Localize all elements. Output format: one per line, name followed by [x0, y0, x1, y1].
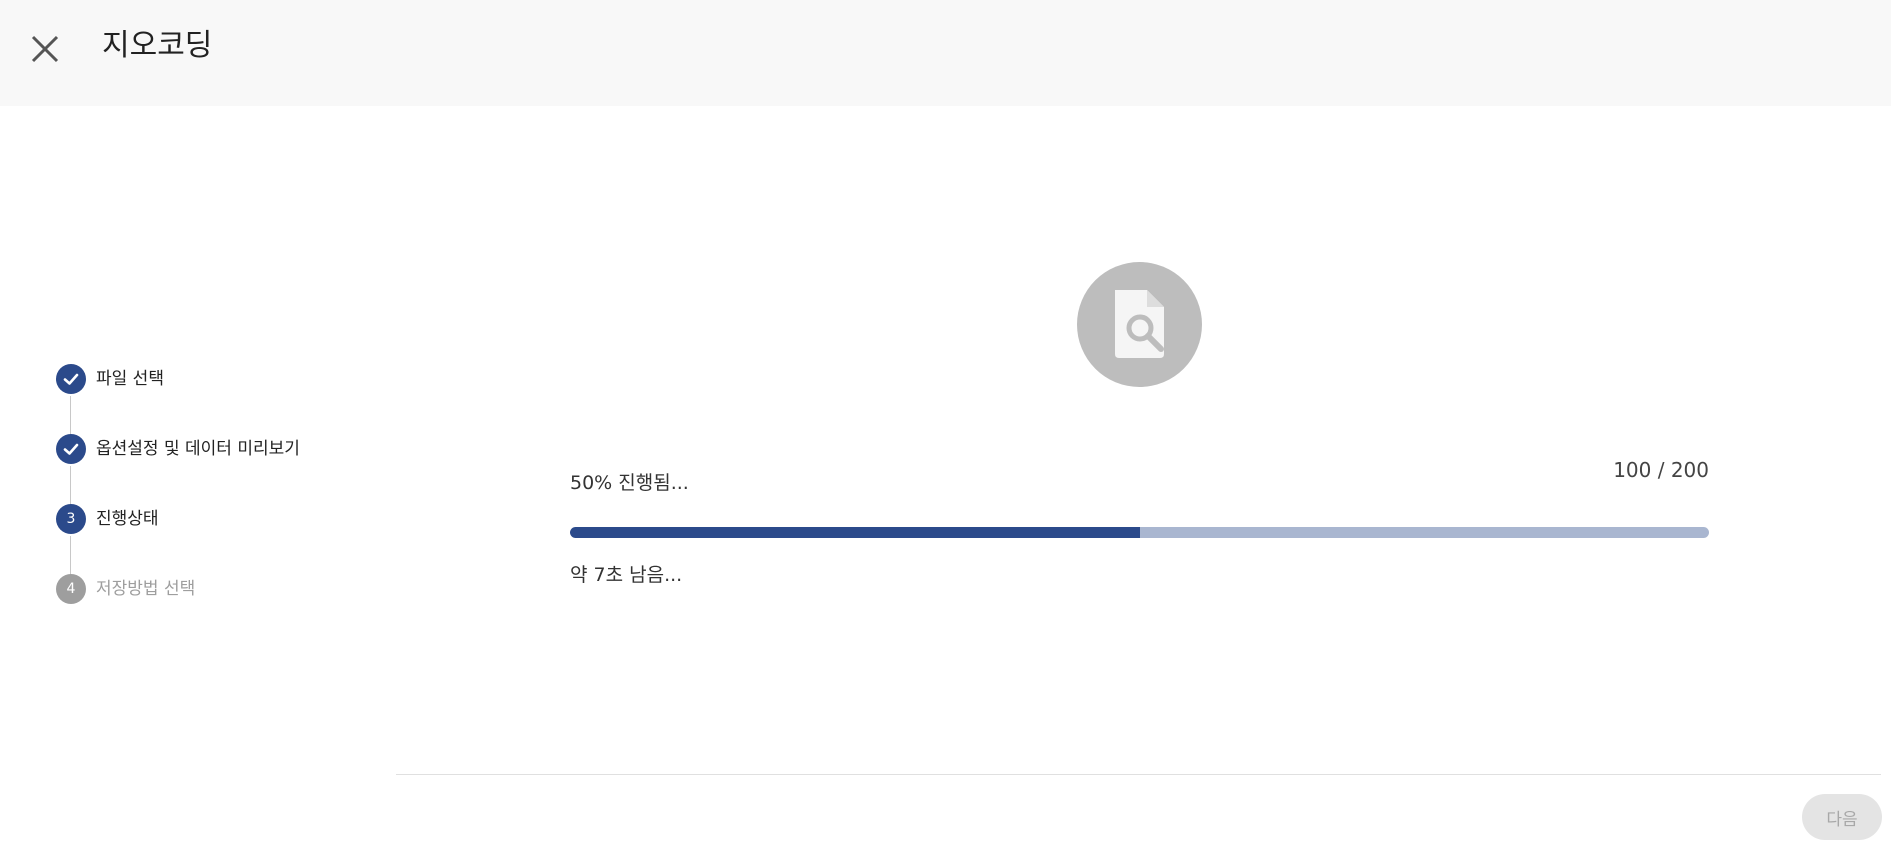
step-connector [70, 536, 71, 576]
close-button[interactable] [24, 28, 66, 70]
step-connector [70, 466, 71, 506]
progress-bar-fill [570, 527, 1140, 538]
step-label: 저장방법 선택 [96, 579, 196, 599]
progress-status-text: 진행됨... [618, 472, 689, 494]
check-icon [63, 373, 79, 385]
progress-percent: 50% [570, 472, 613, 494]
step-number: 3 [56, 504, 86, 534]
progress-status: 50% 진행됨... [570, 468, 689, 495]
header-bar: 지오코딩 [0, 0, 1891, 106]
progress-bar [570, 527, 1709, 538]
step-label: 파일 선택 [96, 369, 164, 389]
check-icon [63, 443, 79, 455]
next-button[interactable]: 다음 [1802, 794, 1882, 840]
step-connector [70, 396, 71, 436]
close-icon [31, 35, 59, 63]
footer-divider [396, 774, 1881, 775]
time-remaining: 약 7초 남음... [570, 564, 683, 586]
step-label: 진행상태 [96, 509, 159, 529]
step-label: 옵션설정 및 데이터 미리보기 [96, 439, 300, 459]
page-title: 지오코딩 [102, 28, 213, 63]
file-search-icon [1115, 290, 1164, 358]
step-check-circle [56, 434, 86, 464]
progress-count: 100 / 200 [1613, 458, 1709, 482]
file-search-icon-badge [1077, 262, 1202, 387]
step-check-circle [56, 364, 86, 394]
step-number: 4 [56, 574, 86, 604]
